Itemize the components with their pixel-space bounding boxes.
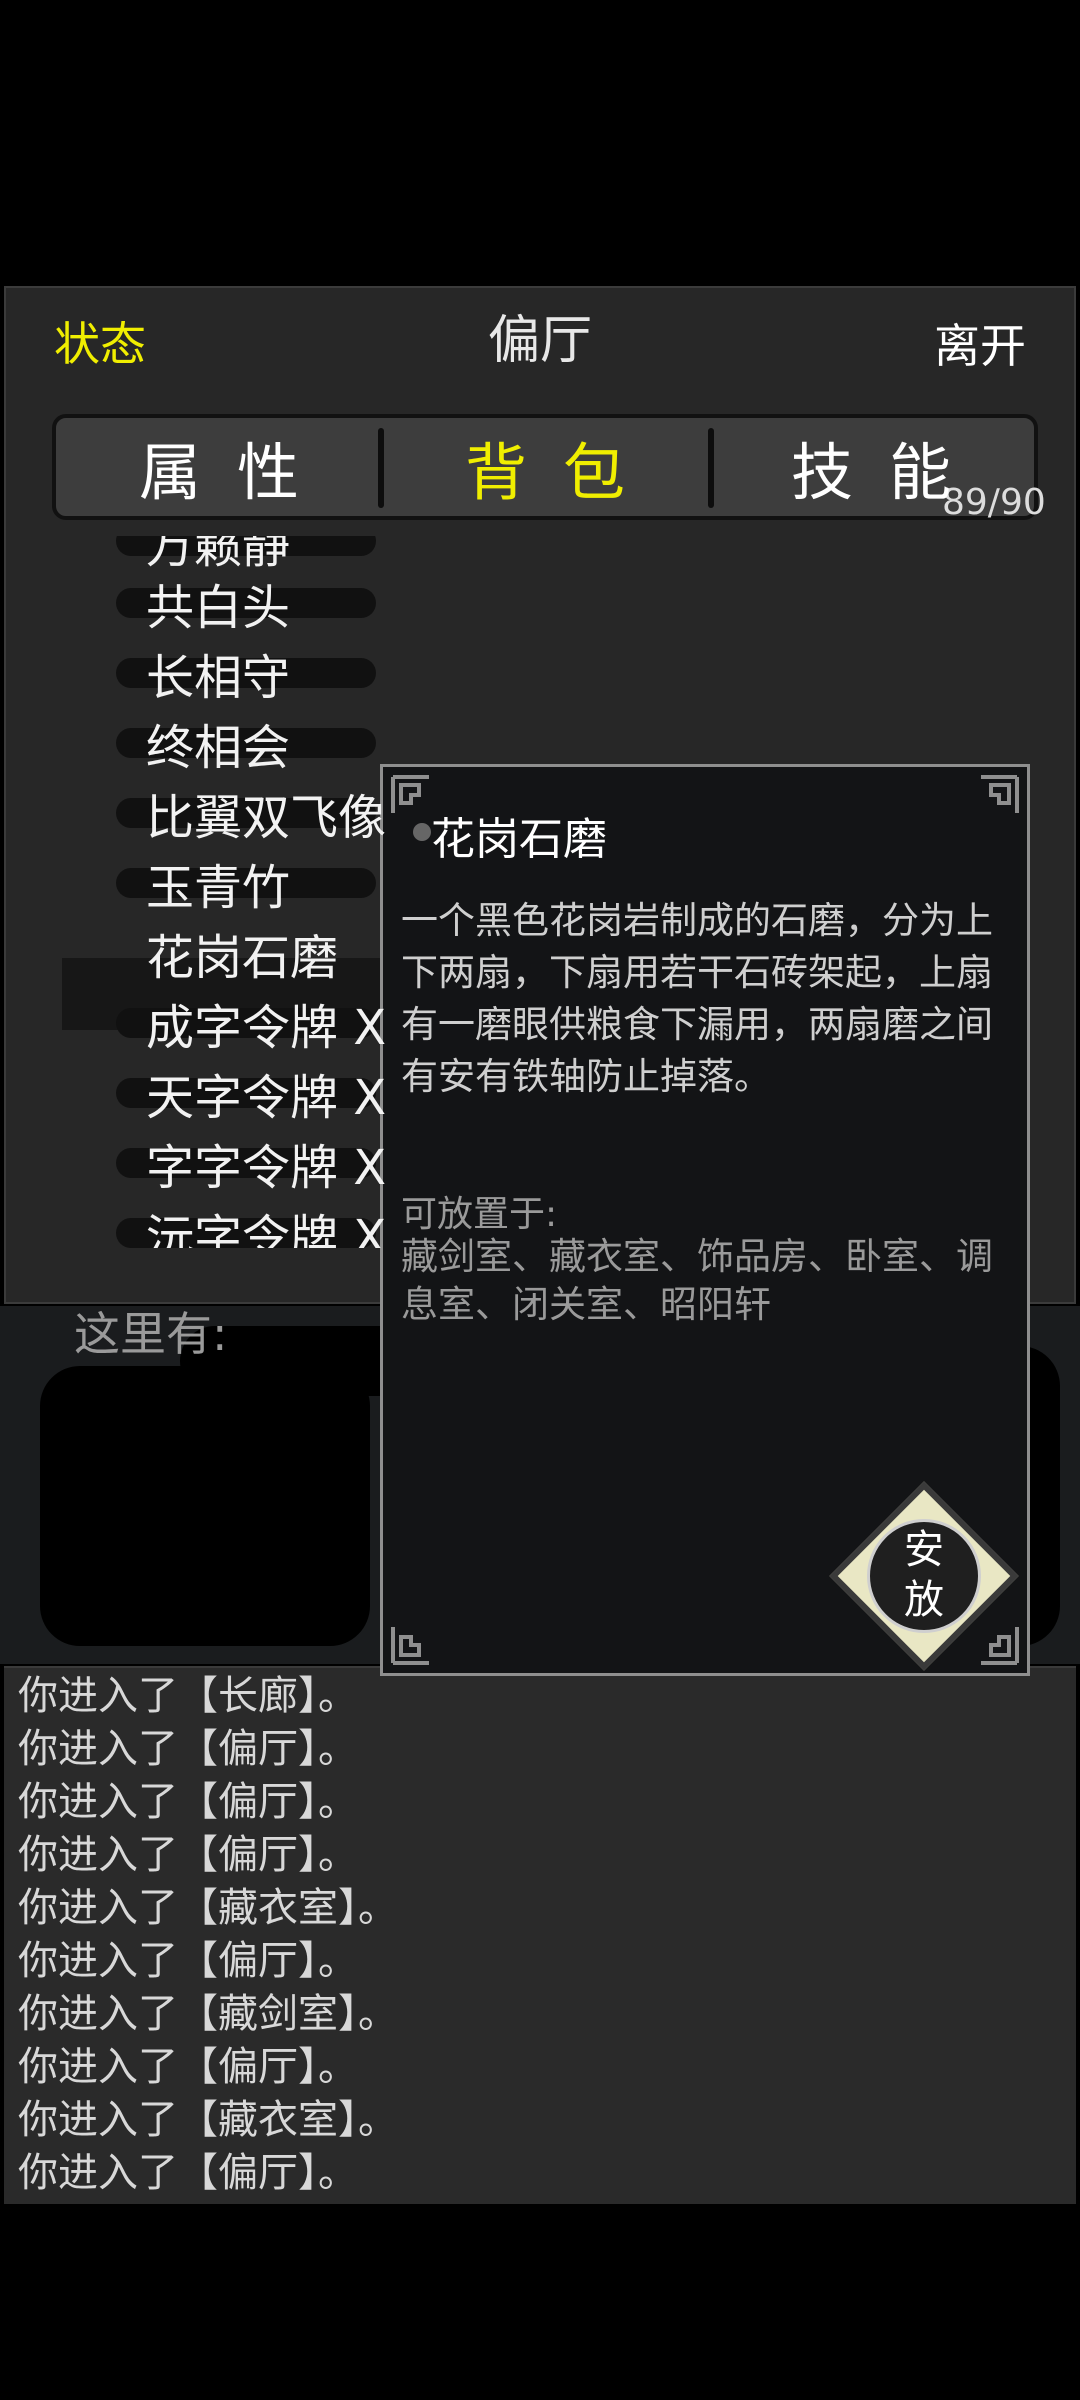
list-item-selected[interactable]: 花岗石磨 — [146, 918, 338, 988]
list-item[interactable]: 共白头 — [116, 568, 376, 638]
item-label: 沅字令牌 X — [146, 1210, 387, 1248]
place-button[interactable]: 安放 — [829, 1481, 1019, 1671]
tab-divider — [708, 428, 714, 508]
item-label: 花岗石磨 — [146, 930, 339, 986]
item-label: 长相守 — [146, 650, 291, 706]
log-line: 你进入了【偏厅】。 — [18, 1938, 358, 1984]
list-item[interactable]: 终相会 — [116, 708, 376, 778]
list-item[interactable]: 长相守 — [116, 638, 376, 708]
tab-label: 技能 — [790, 436, 987, 509]
ink-cloud-decoration — [40, 1366, 370, 1646]
place-button-text: 安放 — [904, 1527, 944, 1623]
list-item[interactable]: 天字令牌 X — [116, 1058, 387, 1128]
list-item[interactable]: 万籁静 — [116, 536, 376, 576]
log-line: 你进入了【偏厅】。 — [18, 2150, 358, 2196]
log-line: 你进入了【偏厅】。 — [18, 1779, 358, 1825]
list-item[interactable]: 玉青竹 — [116, 848, 376, 918]
log-line: 你进入了【偏厅】。 — [18, 2044, 358, 2090]
page-title: 偏厅 — [487, 311, 592, 371]
tab-skills[interactable]: 技能 — [708, 418, 1034, 516]
placement-rooms: 藏剑室、藏衣室、饰品房、卧室、调息室、闭关室、昭阳轩 — [401, 1235, 993, 1326]
tab-inventory[interactable]: 背包 89/90 — [382, 418, 1046, 523]
log-line: 你进入了【长廊】。 — [18, 1673, 358, 1719]
item-label: 天字令牌 X — [146, 1070, 387, 1126]
log-line: 你进入了【偏厅】。 — [18, 1726, 358, 1772]
tab-label: 属性 — [138, 436, 335, 509]
item-label: 终相会 — [146, 720, 291, 776]
log-line: 你进入了【藏衣室】。 — [18, 2097, 398, 2143]
log-line: 你进入了【偏厅】。 — [18, 1832, 358, 1878]
item-label: 玉青竹 — [146, 860, 291, 916]
item-label: 万籁静 — [146, 536, 291, 574]
leave-button[interactable]: 离开 — [934, 310, 1026, 376]
item-label: 成字令牌 X — [146, 1000, 387, 1056]
message-log[interactable]: 你进入了【长廊】。 你进入了【偏厅】。 你进入了【偏厅】。 你进入了【偏厅】。 … — [4, 1666, 1076, 2204]
list-item[interactable]: 成字令牌 X — [116, 988, 387, 1058]
item-description: 一个黑色花岗岩制成的石磨，分为上下两扇，下扇用若干石砖架起，上扇有一磨眼供粮食下… — [401, 899, 993, 1098]
item-detail-popup: 花岗石磨 一个黑色花岗岩制成的石磨，分为上下两扇，下扇用若干石砖架起，上扇有一磨… — [380, 764, 1030, 1676]
tab-divider — [378, 428, 384, 508]
list-item[interactable]: 沅字令牌 X — [116, 1198, 387, 1248]
placement-label: 可放置于: — [401, 1194, 558, 1235]
tab-bar: 属性 背包 89/90 技能 — [52, 414, 1046, 523]
item-name: 花岗石磨 — [431, 814, 607, 865]
list-item[interactable]: 比翼双飞像 — [116, 778, 387, 848]
log-line: 你进入了【藏衣室】。 — [18, 1885, 398, 1931]
item-label: 字字令牌 X — [146, 1140, 387, 1196]
title-bullet-icon — [413, 823, 431, 841]
place-button-label: 安放 — [829, 1525, 1019, 1625]
tab-attributes[interactable]: 属性 — [56, 418, 382, 516]
corner-ornament-icon — [391, 1627, 429, 1665]
tab-label: 背包 — [464, 436, 661, 509]
item-label: 共白头 — [146, 580, 291, 636]
list-item[interactable]: 字字令牌 X — [116, 1128, 387, 1198]
room-contents-label: 这里有: — [74, 1307, 228, 1361]
log-line: 你进入了【藏剑室】。 — [18, 1991, 398, 2037]
item-label: 比翼双飞像 — [146, 790, 387, 846]
corner-ornament-icon — [981, 775, 1019, 813]
